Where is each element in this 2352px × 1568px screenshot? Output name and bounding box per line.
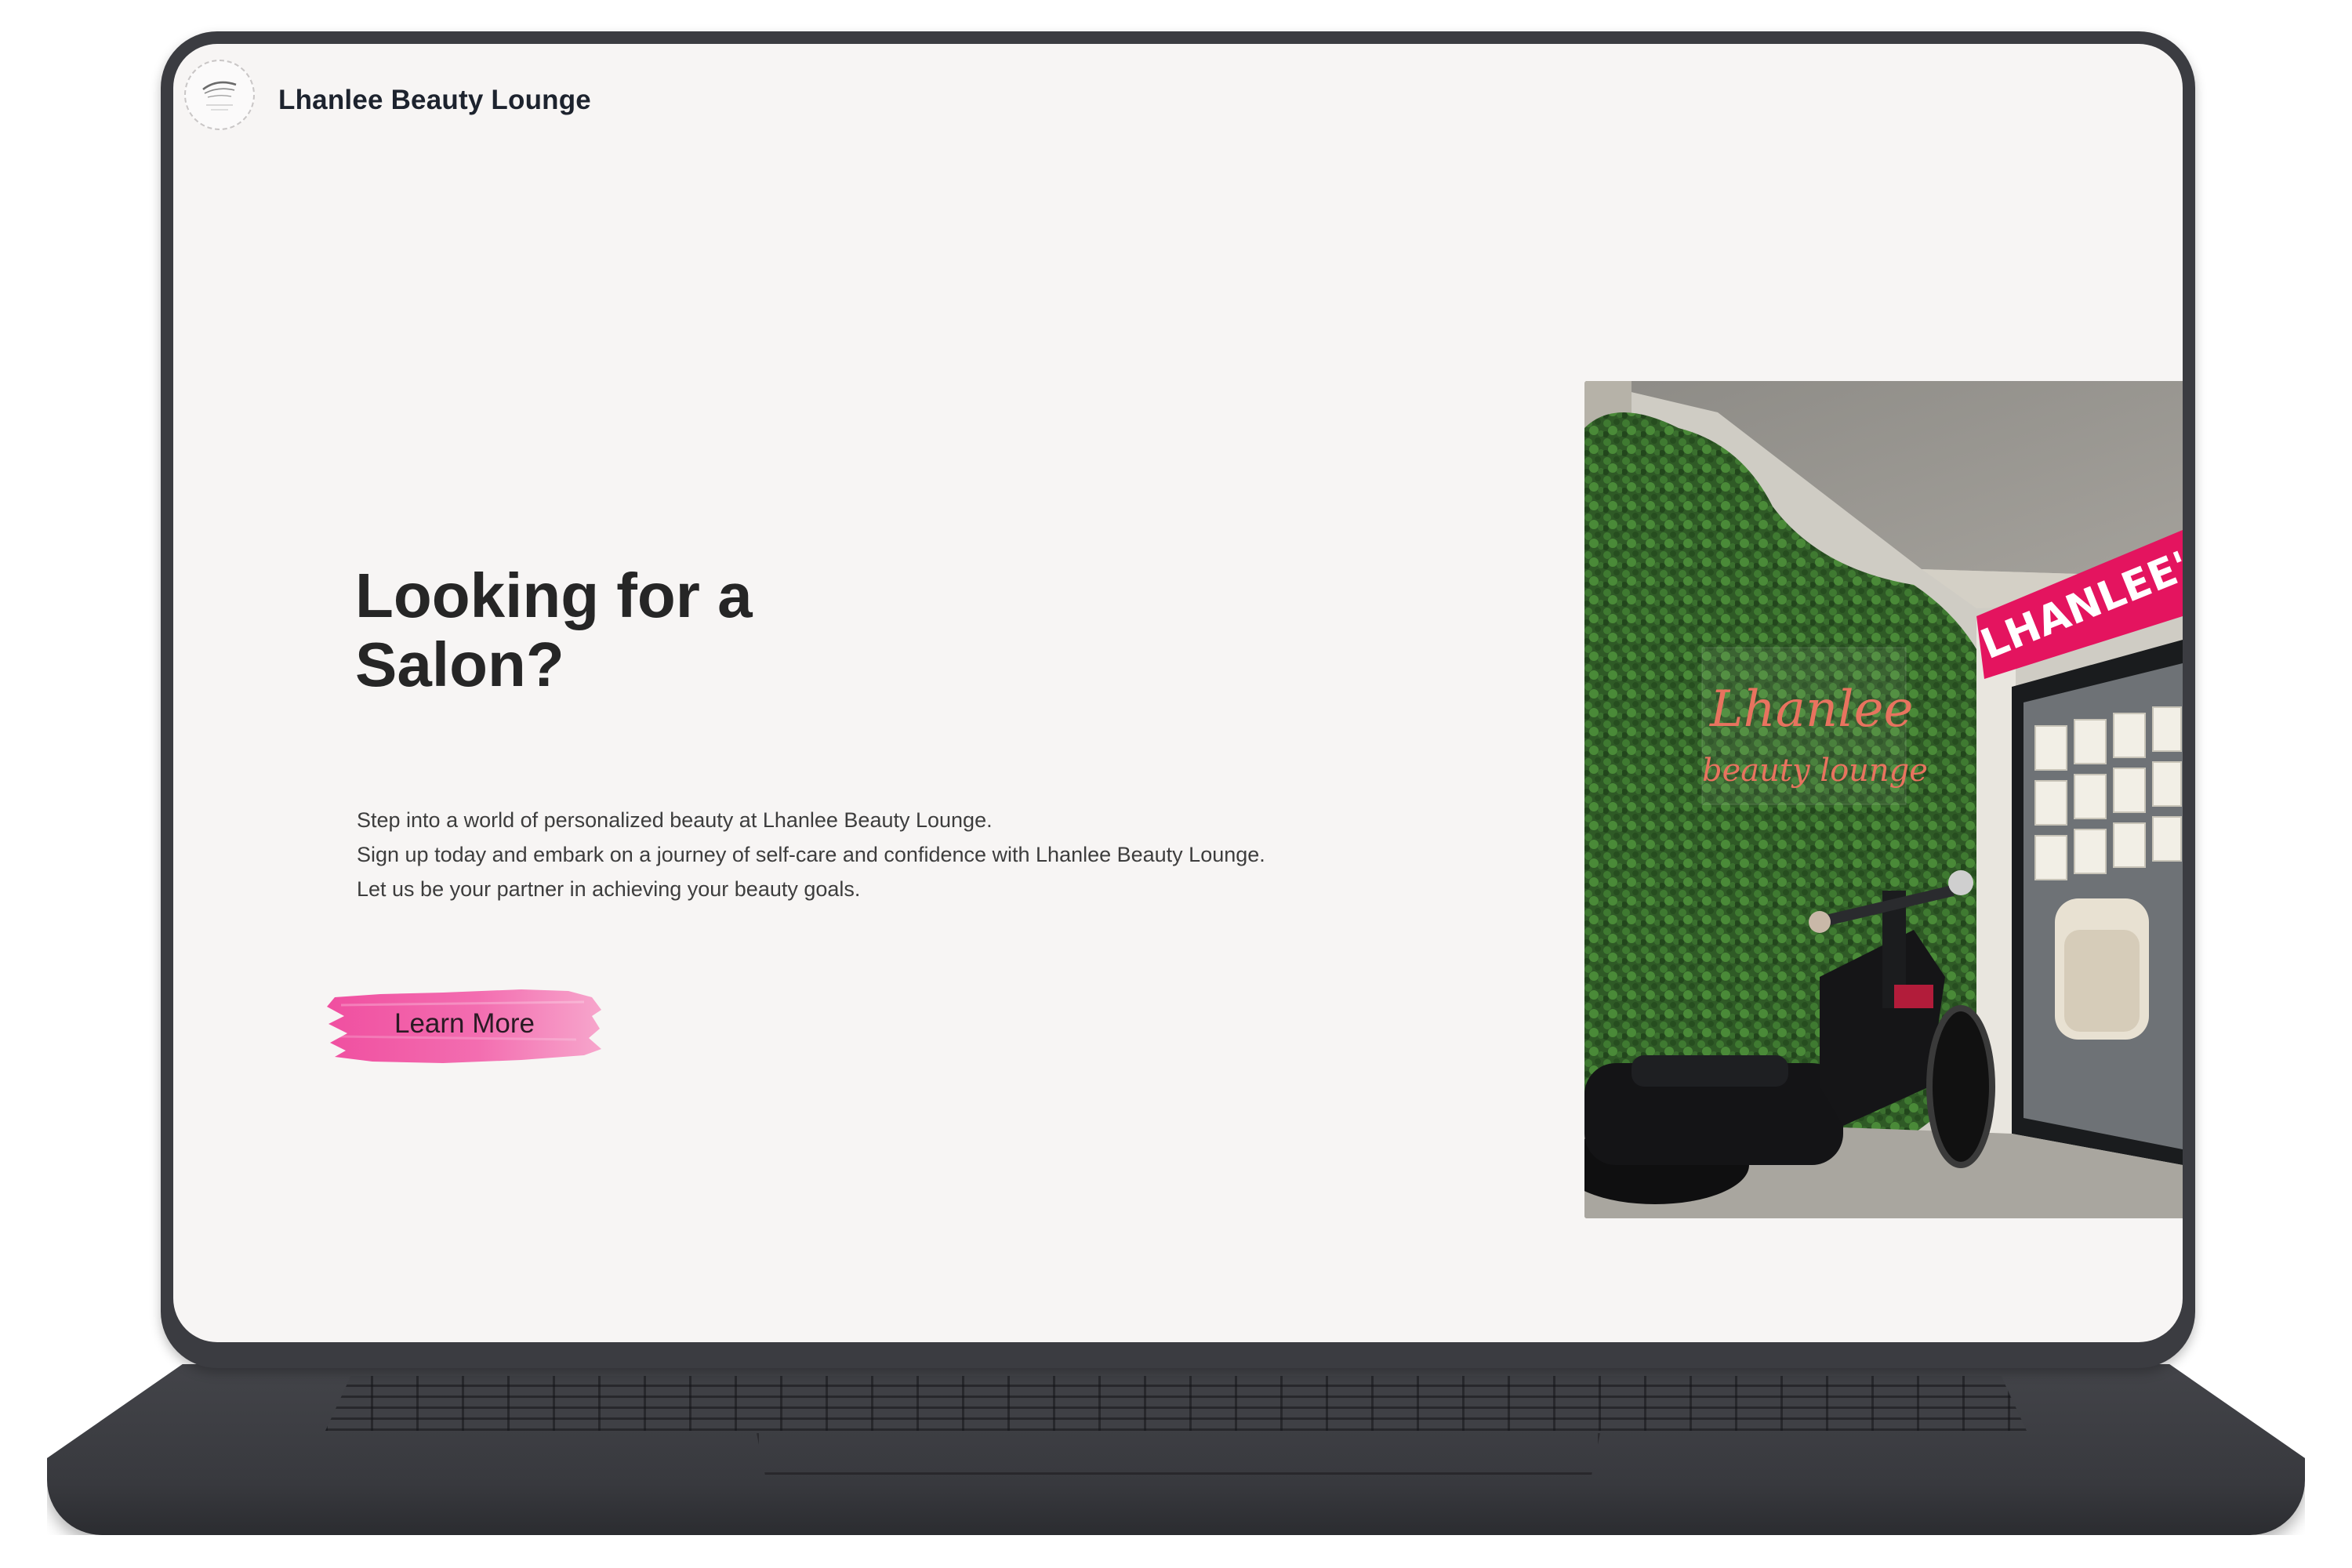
salon-storefront-photo: Lhanlee beauty lounge LHANLEE'S BEA — [1584, 381, 2183, 1218]
hero-description-line: Step into a world of personalized beauty… — [357, 808, 993, 832]
hero-heading-line-2: Salon? — [355, 630, 564, 699]
laptop-keyboard — [325, 1376, 2027, 1431]
laptop-trackpad — [757, 1433, 1600, 1475]
hero-description-line: Let us be your partner in achieving your… — [357, 877, 861, 901]
site-title[interactable]: Lhanlee Beauty Lounge — [278, 85, 591, 116]
site-header: Lhanlee Beauty Lounge — [173, 44, 2183, 162]
eyebrow-logo-icon[interactable] — [184, 60, 255, 130]
laptop-mockup: Lhanlee Beauty Lounge Looking for a Salo… — [0, 0, 2352, 1568]
hero-heading-line-1: Looking for a — [355, 561, 753, 630]
neon-sign-line-2: beauty lounge — [1702, 753, 1928, 789]
hero-description: Step into a world of personalized beauty… — [357, 803, 1376, 906]
hero-description-line: Sign up today and embark on a journey of… — [357, 843, 1265, 866]
hero-heading: Looking for a Salon? — [355, 561, 904, 699]
learn-more-button[interactable]: Learn More — [325, 982, 604, 1066]
neon-sign-line-1: Lhanlee — [1709, 681, 1913, 739]
learn-more-label: Learn More — [394, 1008, 535, 1039]
browser-viewport: Lhanlee Beauty Lounge Looking for a Salo… — [173, 44, 2183, 1342]
